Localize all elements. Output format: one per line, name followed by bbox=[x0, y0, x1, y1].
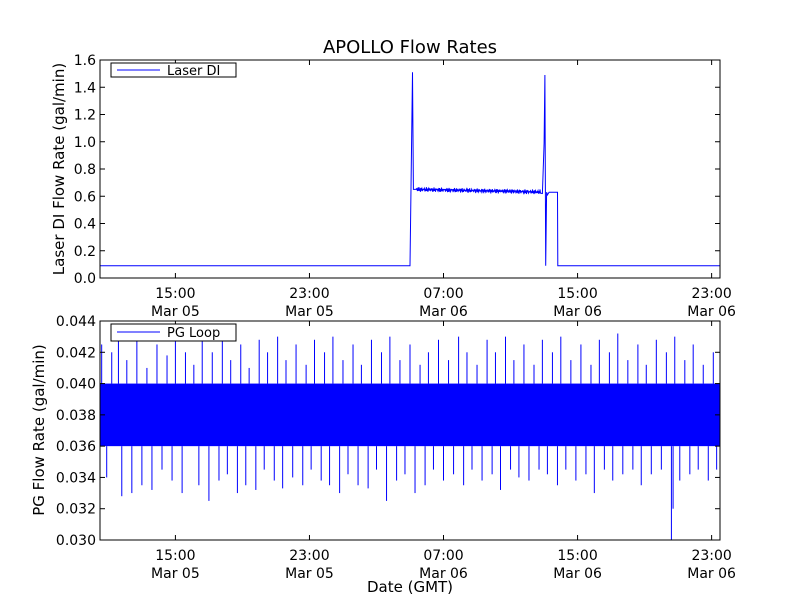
figure: APOLLO Flow Rates 0.0 0.2 0.4 0.6 0.8 1.0 1.2 1… bbox=[0, 0, 800, 600]
pg-loop-x-tick-time: 23:00 bbox=[289, 548, 329, 564]
pg-loop-y-axis-label: PG Flow Rate (gal/min) bbox=[30, 344, 48, 516]
laser-di-y-tick-label: 0.2 bbox=[74, 244, 96, 260]
laser-di-x-tick-time: 15:00 bbox=[155, 286, 195, 302]
pg-loop-y-tick-label: 0.040 bbox=[56, 377, 96, 393]
pg-loop-legend: PG Loop bbox=[110, 323, 237, 342]
pg-loop-x-tick-date: Mar 05 bbox=[151, 566, 200, 582]
laser-di-x-tick-date: Mar 06 bbox=[419, 304, 468, 320]
pg-loop-y-tick-label: 0.044 bbox=[56, 314, 96, 330]
pg-loop-y-tick-label: 0.036 bbox=[56, 439, 96, 455]
figure-background bbox=[0, 0, 800, 600]
pg-loop-y-tick-label: 0.042 bbox=[56, 345, 96, 361]
pg-loop-y-tick-label: 0.038 bbox=[56, 408, 96, 424]
pg-loop-x-tick-date: Mar 05 bbox=[285, 566, 334, 582]
pg-loop-x-tick-time: 07:00 bbox=[423, 548, 463, 564]
laser-di-x-tick-date: Mar 05 bbox=[285, 304, 334, 320]
laser-di-y-tick-label: 1.0 bbox=[74, 135, 96, 151]
chart-title: APOLLO Flow Rates bbox=[323, 37, 497, 58]
pg-loop-x-tick-time: 15:00 bbox=[557, 548, 597, 564]
laser-di-x-tick-time: 07:00 bbox=[423, 286, 463, 302]
x-axis-label: Date (GMT) bbox=[367, 578, 453, 596]
laser-di-y-tick-label: 1.4 bbox=[74, 80, 96, 96]
pg-loop-y-tick-label: 0.034 bbox=[56, 470, 96, 486]
laser-di-y-tick-label: 0.6 bbox=[74, 189, 96, 205]
laser-di-x-tick-time: 15:00 bbox=[557, 286, 597, 302]
pg-loop-x-tick-time: 15:00 bbox=[155, 548, 195, 564]
pg-loop-legend-label: PG Loop bbox=[167, 326, 220, 341]
pg-loop-x-tick-date: Mar 06 bbox=[687, 566, 736, 582]
pg-loop-x-tick-date: Mar 06 bbox=[553, 566, 602, 582]
laser-di-y-tick-label: 1.2 bbox=[74, 108, 96, 124]
laser-di-y-tick-label: 0.4 bbox=[74, 217, 96, 233]
pg-loop-y-tick-label: 0.032 bbox=[56, 502, 96, 518]
laser-di-y-tick-label: 1.6 bbox=[74, 53, 96, 69]
laser-di-legend: Laser DI bbox=[110, 62, 237, 79]
laser-di-x-tick-time: 23:00 bbox=[289, 286, 329, 302]
pg-loop-x-tick-time: 23:00 bbox=[691, 548, 731, 564]
laser-di-x-tick-date: Mar 06 bbox=[687, 304, 736, 320]
laser-di-x-tick-date: Mar 05 bbox=[151, 304, 200, 320]
laser-di-x-tick-date: Mar 06 bbox=[553, 304, 602, 320]
pg-loop-y-tick-label: 0.030 bbox=[56, 533, 96, 549]
laser-di-y-axis-label: Laser DI Flow Rate (gal/min) bbox=[50, 63, 68, 275]
laser-di-y-tick-label: 0.8 bbox=[74, 162, 96, 178]
laser-di-x-tick-time: 23:00 bbox=[691, 286, 731, 302]
pg-loop-band bbox=[100, 383, 720, 447]
laser-di-legend-label: Laser DI bbox=[167, 64, 220, 79]
laser-di-y-tick-label: 0.0 bbox=[74, 271, 96, 287]
